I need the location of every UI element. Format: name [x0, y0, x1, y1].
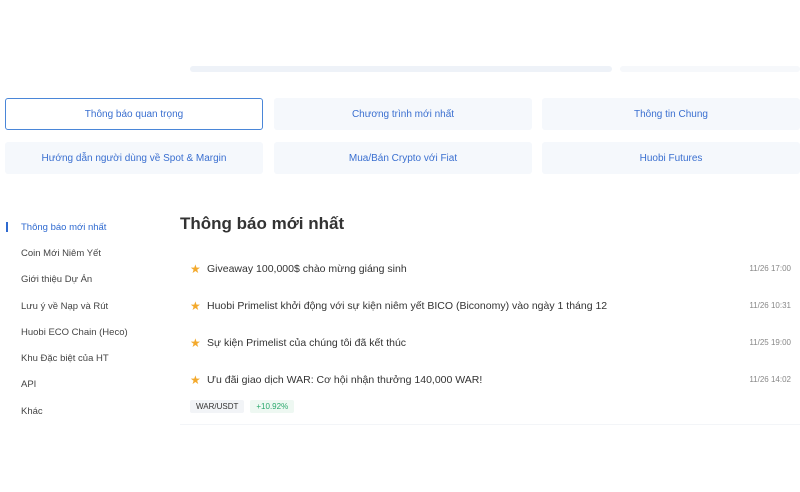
news-item[interactable]: ★ Giveaway 100,000$ chào mừng giáng sinh…: [180, 250, 800, 287]
news-title[interactable]: Ưu đãi giao dịch WAR: Cơ hội nhận thưởng…: [207, 374, 482, 386]
news-time: 11/26 17:00: [749, 264, 791, 273]
sidebar-item-projects[interactable]: Giới thiệu Dự Án: [6, 267, 156, 293]
category-latest-programs[interactable]: Chương trình mới nhất: [274, 98, 532, 130]
sidebar-item-api[interactable]: API: [6, 372, 156, 398]
star-icon: ★: [190, 335, 201, 350]
sidebar-item-deposit-withdraw[interactable]: Lưu ý về Nạp và Rút: [6, 293, 156, 319]
sidebar-item-ht-zone[interactable]: Khu Đặc biệt của HT: [6, 345, 156, 371]
category-fiat-crypto[interactable]: Mua/Bán Crypto với Fiat: [274, 142, 532, 174]
news-item[interactable]: ★ Ưu đãi giao dịch WAR: Cơ hội nhận thưở…: [180, 361, 800, 398]
divider: [180, 424, 800, 425]
news-item[interactable]: ★ Sự kiện Primelist của chúng tôi đã kết…: [180, 324, 800, 361]
price-change-badge: +10.92%: [250, 400, 295, 413]
sidebar: Thông báo mới nhất Coin Mới Niêm Yết Giớ…: [6, 214, 156, 424]
category-spot-margin-guide[interactable]: Hướng dẫn người dùng về Spot & Margin: [5, 142, 263, 174]
news-time: 11/26 14:02: [749, 375, 791, 384]
sidebar-item-other[interactable]: Khác: [6, 398, 156, 424]
star-icon: ★: [190, 261, 201, 276]
category-important-notices[interactable]: Thông báo quan trọng: [5, 98, 263, 130]
main-content: Thông báo mới nhất ★ Giveaway 100,000$ c…: [180, 212, 800, 386]
star-icon: ★: [190, 372, 201, 387]
category-general-info[interactable]: Thông tin Chung: [542, 98, 800, 130]
news-title[interactable]: Sự kiện Primelist của chúng tôi đã kết t…: [207, 337, 406, 349]
page-title: Thông báo mới nhất: [180, 214, 345, 233]
sidebar-item-latest[interactable]: Thông báo mới nhất: [6, 214, 156, 240]
sidebar-item-heco[interactable]: Huobi ECO Chain (Heco): [6, 319, 156, 345]
news-item[interactable]: ★ Huobi Primelist khởi động với sự kiện …: [180, 287, 800, 324]
news-time: 11/26 10:31: [749, 301, 791, 310]
category-huobi-futures[interactable]: Huobi Futures: [542, 142, 800, 174]
star-icon: ★: [190, 298, 201, 313]
sidebar-item-new-listings[interactable]: Coin Mới Niêm Yết: [6, 240, 156, 266]
news-time: 11/25 19:00: [749, 338, 791, 347]
news-list: ★ Giveaway 100,000$ chào mừng giáng sinh…: [180, 250, 800, 398]
news-title[interactable]: Giveaway 100,000$ chào mừng giáng sinh: [207, 263, 407, 275]
category-grid: Thông báo quan trọng Chương trình mới nh…: [0, 0, 800, 180]
news-title[interactable]: Huobi Primelist khởi động với sự kiện ni…: [207, 300, 607, 312]
trading-pair-tags: WAR/USDT +10.92%: [190, 400, 295, 413]
trading-pair-tag[interactable]: WAR/USDT: [190, 400, 245, 413]
